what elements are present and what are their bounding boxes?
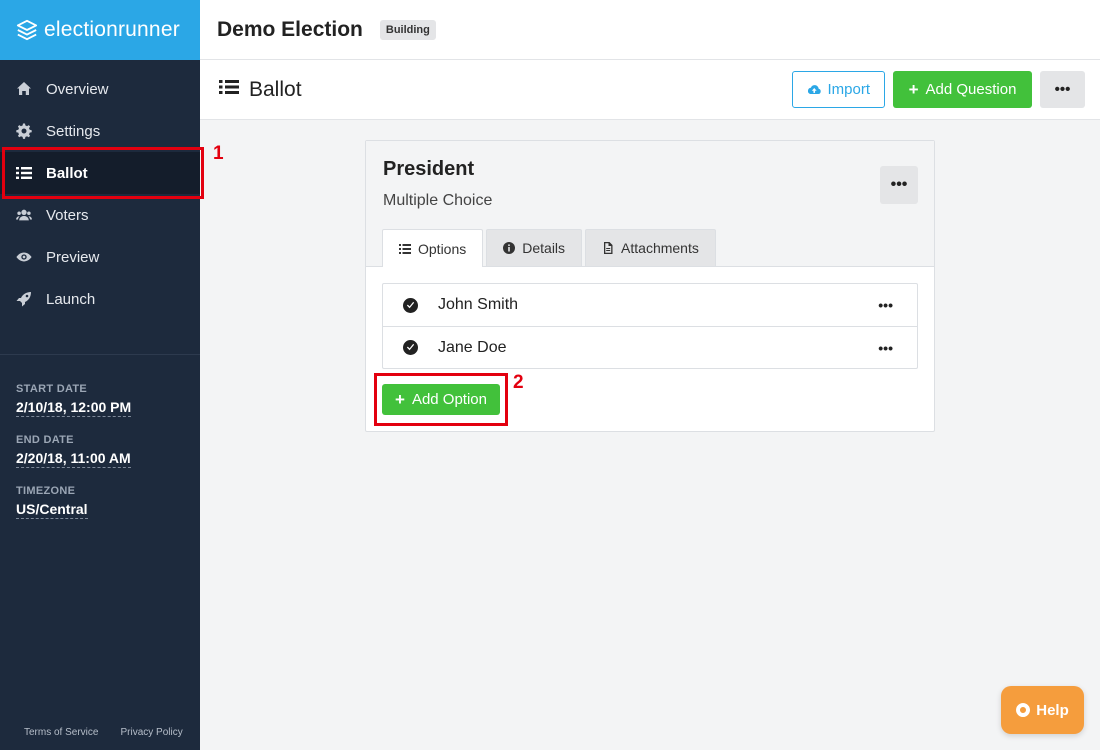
- highlight-box-ballot: [2, 147, 204, 199]
- sidebar-item-settings[interactable]: Settings: [0, 110, 200, 152]
- brand-name: electionrunner: [44, 18, 180, 41]
- option-name: Jane Doe: [438, 338, 507, 356]
- question-more-button[interactable]: •••: [880, 166, 918, 204]
- sidebar-item-voters[interactable]: Voters: [0, 194, 200, 236]
- sidebar: electionrunner Overview Settings Ballot …: [0, 0, 200, 750]
- add-question-button[interactable]: + Add Question: [893, 71, 1032, 108]
- timezone-value[interactable]: US/Central: [16, 501, 88, 519]
- layers-logo-icon: [16, 19, 38, 41]
- start-date-label: START DATE: [16, 383, 88, 395]
- question-header: President Multiple Choice ••• Options De…: [366, 141, 934, 267]
- eye-icon: [16, 249, 46, 265]
- lifebuoy-icon: [1016, 703, 1031, 717]
- tab-label: Attachments: [621, 240, 699, 256]
- sidebar-item-preview[interactable]: Preview: [0, 236, 200, 278]
- page-header: Ballot Import + Add Question •••: [200, 60, 1100, 120]
- start-date-value[interactable]: 2/10/18, 12:00 PM: [16, 399, 132, 417]
- sidebar-item-launch[interactable]: Launch: [0, 278, 200, 320]
- import-button[interactable]: Import: [792, 71, 885, 108]
- list-item[interactable]: Jane Doe •••: [383, 326, 917, 368]
- cloud-upload-icon: [807, 84, 821, 94]
- status-badge: Building: [379, 19, 436, 40]
- sidebar-item-label: Overview: [46, 80, 109, 98]
- add-question-label: Add Question: [925, 81, 1017, 98]
- option-name: John Smith: [438, 296, 519, 313]
- terms-link[interactable]: Terms of Service: [24, 727, 98, 738]
- help-label: Help: [1036, 701, 1069, 719]
- highlight-number-2: 2: [513, 372, 524, 393]
- sidebar-item-label: Voters: [46, 206, 89, 224]
- import-label: Import: [827, 81, 870, 98]
- sidebar-item-label: Settings: [46, 122, 101, 140]
- more-options-button[interactable]: •••: [1040, 71, 1085, 108]
- privacy-link[interactable]: Privacy Policy: [120, 727, 182, 738]
- list-icon: [219, 78, 239, 101]
- question-type: Multiple Choice: [383, 192, 493, 209]
- list-icon: [399, 243, 411, 254]
- end-date-value[interactable]: 2/20/18, 11:00 AM: [16, 450, 131, 468]
- list-item[interactable]: John Smith •••: [383, 284, 917, 326]
- options-list: John Smith ••• Jane Doe •••: [382, 283, 918, 369]
- tab-details[interactable]: Details: [486, 229, 583, 266]
- rocket-icon: [16, 291, 46, 307]
- sidebar-item-overview[interactable]: Overview: [0, 68, 200, 110]
- end-date-label: END DATE: [16, 434, 74, 446]
- top-header: Demo Election Building: [200, 0, 1100, 60]
- highlight-number-1: 1: [213, 143, 224, 164]
- file-icon: [604, 242, 613, 254]
- gear-icon: [16, 123, 46, 139]
- users-icon: [16, 207, 46, 223]
- timezone-label: TIMEZONE: [16, 485, 76, 497]
- home-icon: [16, 81, 46, 97]
- plus-icon: +: [908, 79, 919, 99]
- tab-label: Options: [418, 240, 467, 257]
- page-title: Ballot: [249, 77, 302, 101]
- sidebar-item-label: Launch: [46, 290, 96, 308]
- info-icon: [503, 242, 516, 254]
- tab-options[interactable]: Options: [382, 229, 484, 267]
- question-title: President: [383, 158, 475, 180]
- sidebar-footer: Terms of Service Privacy Policy: [24, 727, 183, 738]
- check-circle-icon: [403, 340, 418, 355]
- tab-label: Details: [522, 240, 566, 256]
- option-more-button[interactable]: •••: [878, 340, 893, 356]
- option-more-button[interactable]: •••: [878, 297, 893, 313]
- help-button[interactable]: Help: [1001, 686, 1084, 734]
- tab-attachments[interactable]: Attachments: [585, 229, 716, 266]
- check-circle-icon: [403, 297, 418, 313]
- page-actions: Import + Add Question •••: [792, 71, 1085, 108]
- question-tabs: Options Details Attachments: [382, 229, 716, 267]
- brand-logo[interactable]: electionrunner: [0, 0, 200, 60]
- election-title: Demo Election: [217, 17, 363, 41]
- highlight-box-add-option: [374, 373, 508, 426]
- sidebar-item-label: Preview: [46, 248, 100, 266]
- election-dates: START DATE 2/10/18, 12:00 PM END DATE 2/…: [0, 355, 200, 536]
